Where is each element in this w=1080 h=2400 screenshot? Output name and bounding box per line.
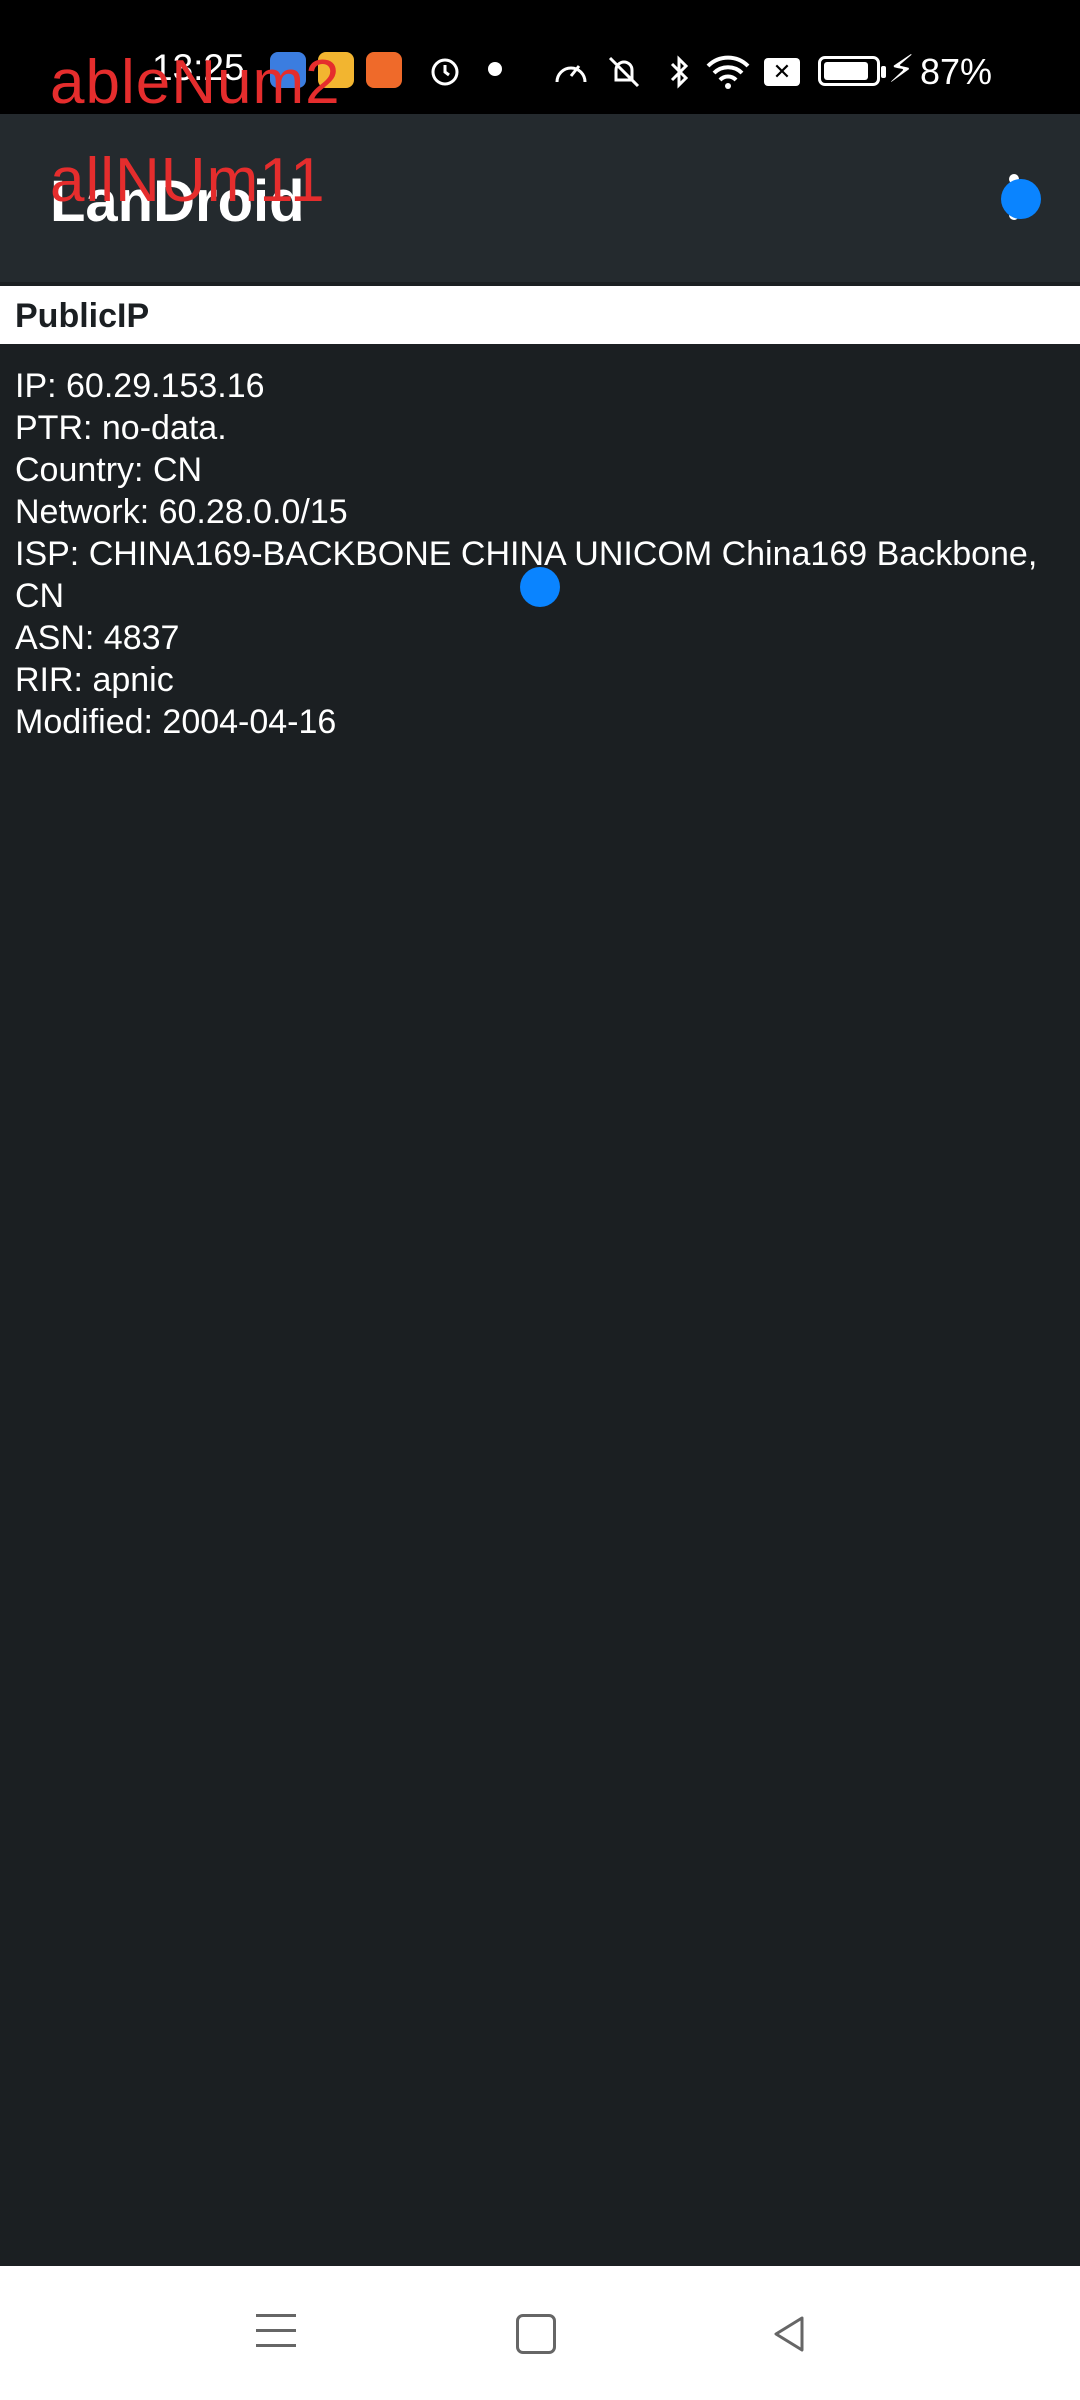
ip-info: IP: 60.29.153.16 PTR: no-data. Country: …: [15, 365, 1065, 743]
annotation-text: ableNum2: [50, 48, 341, 117]
navigation-bar: [0, 2266, 1080, 2400]
country-line: Country: CN: [15, 451, 203, 489]
battery-percent: 87%: [920, 51, 993, 92]
asn-line: ASN: 4837: [15, 619, 180, 657]
battery-level: [824, 62, 868, 80]
screen: 13:25 ✕ ⚡ 87% LanDroid ableNum2 allNUm11…: [0, 0, 1080, 2400]
touch-indicator: [520, 567, 560, 607]
ptr-line: PTR: no-data.: [15, 409, 227, 447]
speedometer-icon: [555, 65, 587, 83]
back-triangle-icon[interactable]: [762, 2306, 818, 2362]
touch-indicator: [1001, 179, 1041, 219]
section-header: PublicIP: [0, 286, 1080, 344]
dot-icon: [488, 62, 502, 76]
menu-icon[interactable]: [248, 2306, 304, 2362]
mute-bell-icon: [608, 56, 640, 88]
wifi-icon: [706, 55, 750, 89]
app-notification-icon: [366, 52, 402, 88]
network-line: Network: 60.28.0.0/15: [15, 493, 348, 531]
charging-bolt-icon: ⚡: [888, 49, 915, 91]
modified-line: Modified: 2004-04-16: [15, 703, 337, 741]
alarm-icon: [431, 58, 459, 86]
battery-icon: [818, 56, 886, 86]
close-box-icon: ✕: [764, 58, 800, 86]
ip-line: IP: 60.29.153.16: [15, 367, 265, 405]
bluetooth-icon: [670, 55, 689, 89]
rir-line: RIR: apnic: [15, 661, 174, 699]
annotation-text: allNUm11: [50, 146, 326, 215]
section-title: PublicIP: [15, 297, 150, 335]
home-square-icon[interactable]: [508, 2306, 564, 2362]
